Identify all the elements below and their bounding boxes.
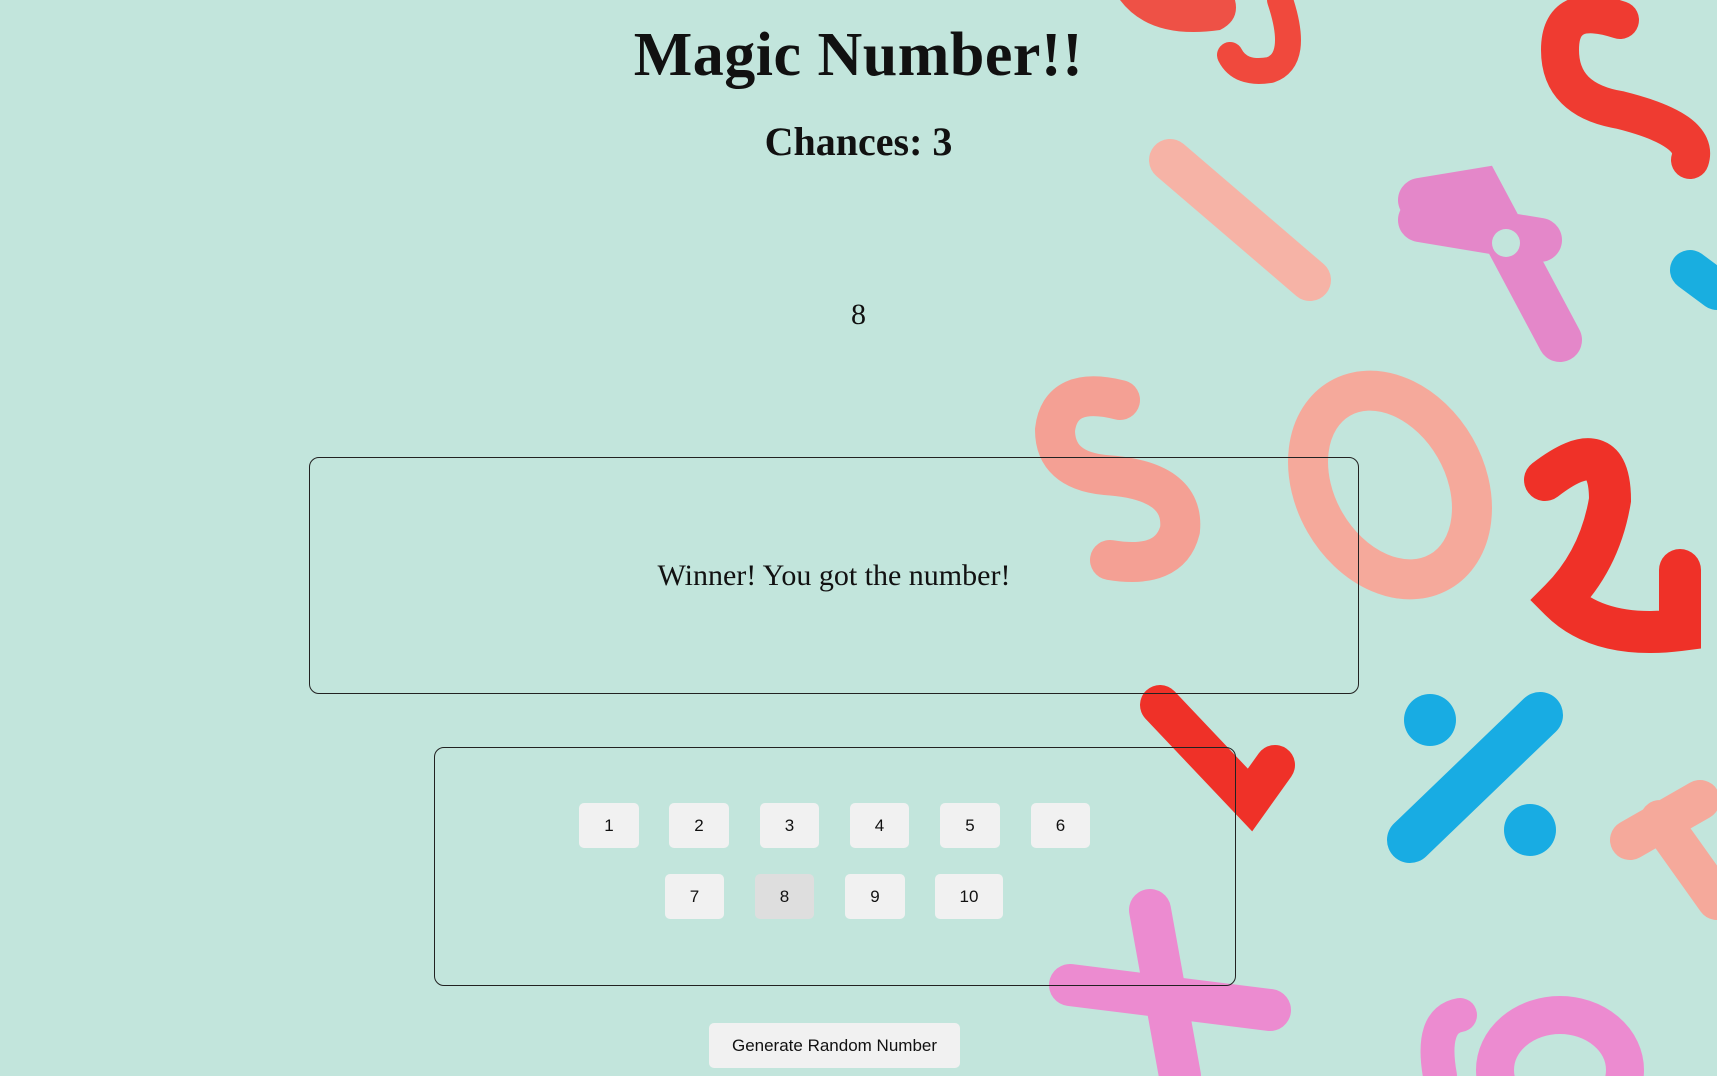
number-button-3[interactable]: 3	[760, 803, 819, 848]
number-button-1[interactable]: 1	[579, 803, 639, 848]
number-button-6[interactable]: 6	[1031, 803, 1090, 848]
generate-random-number-button[interactable]: Generate Random Number	[709, 1023, 960, 1068]
number-button-7[interactable]: 7	[665, 874, 724, 919]
result-message: Winner! You got the number!	[657, 558, 1011, 592]
number-button-8[interactable]: 8	[755, 874, 814, 919]
number-button-10[interactable]: 10	[935, 874, 1003, 919]
page-title: Magic Number!!	[633, 21, 1084, 89]
number-button-4[interactable]: 4	[850, 803, 909, 848]
number-button-9[interactable]: 9	[845, 874, 905, 919]
random-number-display: 8	[851, 298, 866, 331]
number-button-2[interactable]: 2	[669, 803, 729, 848]
result-panel: Winner! You got the number!	[309, 457, 1359, 694]
chances-counter: Chances: 3	[764, 119, 953, 164]
number-button-5[interactable]: 5	[940, 803, 1000, 848]
number-guess-panel: 1 2 3 4 5 6 7 8 9 10	[434, 747, 1236, 986]
